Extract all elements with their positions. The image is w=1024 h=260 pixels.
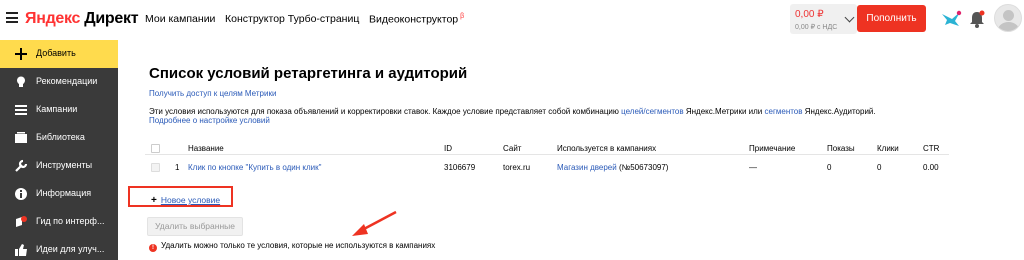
sidebar-item-tools[interactable]: Инструменты	[0, 152, 118, 180]
condition-name-link[interactable]: Клик по кнопке "Купить в один клик"	[188, 163, 321, 172]
sidebar-item-label: Инструменты	[36, 160, 93, 170]
row-checkbox[interactable]	[151, 163, 160, 172]
nav-turbo-constructor[interactable]: Конструктор Турбо-страниц	[225, 13, 359, 25]
beta-badge: β	[460, 13, 465, 20]
logo[interactable]: Яндекс Директ	[25, 10, 139, 28]
condition-note: —	[749, 163, 757, 172]
balance-widget[interactable]: 0,00 ₽ 0,00 ₽ с НДС	[790, 4, 857, 34]
notifications-bird-icon[interactable]	[940, 8, 962, 30]
table-row: 1 Клик по кнопке "Купить в один клик" 31…	[145, 157, 949, 179]
thumb-up-icon	[15, 244, 27, 256]
condition-site: torex.ru	[503, 163, 531, 172]
bell-icon[interactable]	[966, 8, 988, 30]
plus-icon	[15, 48, 27, 60]
campaign-link[interactable]: Магазин дверей	[557, 163, 617, 172]
list-icon	[15, 105, 27, 115]
settings-help-link[interactable]: Подробнее о настройке условий	[149, 116, 270, 125]
burger-menu-icon[interactable]	[6, 12, 18, 23]
sidebar-item-info[interactable]: Информация	[0, 180, 118, 208]
plus-icon: +	[151, 195, 157, 206]
table-header: Название ID Сайт Используется в кампания…	[145, 141, 949, 155]
condition-ctr: 0.00	[923, 163, 939, 172]
nav-my-campaigns[interactable]: Мои кампании	[145, 13, 215, 25]
select-all-checkbox[interactable]	[151, 144, 160, 153]
warning-message: ! Удалить можно только те условия, которы…	[149, 241, 435, 252]
pointer-arrow-icon	[352, 210, 397, 236]
sidebar-item-guide[interactable]: Гид по интерф...	[0, 208, 118, 236]
nav-video-constructor-label: Видеоконструктор	[369, 13, 459, 26]
wrench-icon	[15, 159, 28, 172]
segments-link[interactable]: сегментов	[765, 107, 803, 116]
campaign-cell: Магазин дверей (№50673097)	[557, 163, 669, 172]
chevron-down-icon[interactable]	[844, 12, 855, 23]
lightbulb-icon	[17, 76, 25, 87]
avatar[interactable]	[994, 4, 1022, 32]
warning-icon: !	[149, 244, 157, 252]
col-campaigns[interactable]: Используется в кампаниях	[557, 144, 656, 153]
sidebar-item-ideas[interactable]: Идеи для улуч...	[0, 236, 118, 260]
col-id[interactable]: ID	[444, 144, 452, 153]
sidebar-item-label: Идеи для улуч...	[36, 244, 105, 254]
condition-id: 3106679	[444, 163, 476, 172]
col-shows[interactable]: Показы	[827, 144, 855, 153]
sidebar-item-label: Кампании	[36, 104, 78, 114]
col-name[interactable]: Название	[188, 144, 224, 153]
sidebar-item-campaigns[interactable]: Кампании	[0, 96, 118, 124]
balance-amount: 0,00 ₽	[795, 9, 824, 20]
delete-selected-button[interactable]: Удалить выбранные	[147, 217, 243, 236]
new-condition-label: Новое условие	[160, 195, 221, 205]
sidebar-item-label: Добавить	[36, 48, 76, 58]
new-condition-button[interactable]: + Новое условие	[151, 195, 220, 206]
row-number: 1	[175, 163, 180, 172]
guide-icon	[16, 216, 27, 227]
main-content: Список условий ретаргетинга и аудиторий …	[118, 40, 1024, 260]
goals-segments-link[interactable]: целей/сегментов	[621, 107, 684, 116]
info-icon	[15, 188, 27, 200]
col-site[interactable]: Сайт	[503, 144, 521, 153]
metrika-access-link[interactable]: Получить доступ к целям Метрики	[149, 89, 276, 98]
balance-vat: 0,00 ₽ с НДС	[795, 24, 838, 31]
top-header: Яндекс Директ Мои кампании Конструктор Т…	[0, 0, 1024, 40]
page-title: Список условий ретаргетинга и аудиторий	[149, 65, 468, 82]
nav-video-constructor[interactable]: Видеоконструктор β	[369, 13, 464, 26]
sidebar-item-label: Рекомендации	[36, 76, 98, 86]
library-icon	[15, 132, 27, 143]
topup-button[interactable]: Пополнить	[857, 5, 926, 32]
sidebar-item-label: Библиотека	[36, 132, 85, 142]
sidebar-item-label: Информация	[36, 188, 92, 198]
col-ctr[interactable]: CTR	[923, 144, 939, 153]
sidebar-item-add[interactable]: Добавить	[0, 40, 118, 68]
sidebar-item-label: Гид по интерф...	[36, 216, 105, 226]
sidebar-item-recommendations[interactable]: Рекомендации	[0, 68, 118, 96]
condition-shows: 0	[827, 163, 832, 172]
sidebar: Добавить Рекомендации Кампании Библиотек…	[0, 40, 118, 260]
col-note[interactable]: Примечание	[749, 144, 795, 153]
description: Эти условия используются для показа объя…	[149, 107, 876, 116]
sidebar-item-library[interactable]: Библиотека	[0, 124, 118, 152]
col-clicks[interactable]: Клики	[877, 144, 899, 153]
condition-clicks: 0	[877, 163, 882, 172]
